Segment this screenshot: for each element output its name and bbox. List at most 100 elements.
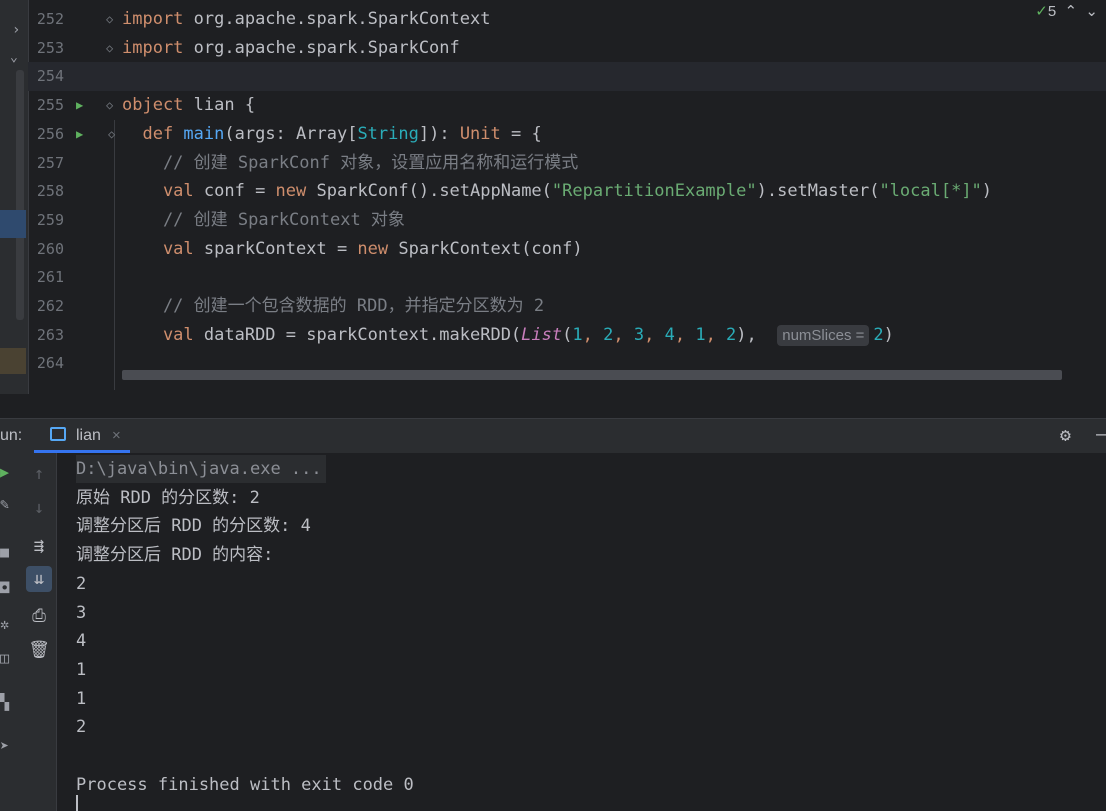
tab-lian[interactable]: lian × [34,419,130,453]
code-text: import org.apache.spark.SparkContext [122,5,490,34]
minimize-icon[interactable]: – [1096,424,1106,445]
console-line: 4 [76,631,87,652]
code-token: "local[*]" [879,181,982,202]
code-token: 1 [572,324,583,345]
line-number: 261 [36,268,64,287]
code-token: ), [736,324,778,345]
code-token: 2 [873,324,884,345]
strip-scroll-thumb[interactable] [16,70,24,320]
code-line[interactable]: 253 ◇ import org.apache.spark.SparkConf [28,34,1106,63]
fold-icon[interactable]: ◇ [106,91,120,120]
code-line[interactable]: 256 ▶ ◇ def main(args: Array[String]): Uni… [28,120,1106,149]
code-token: // 创建 SparkContext 对象 [122,209,405,230]
console-line: 调整分区后 RDD 的内容: [76,545,274,566]
chevron-up-icon[interactable]: ⌃ [1060,3,1077,20]
code-token: , [582,324,604,345]
code-token: val [122,238,204,259]
fold-icon[interactable]: ◇ [108,120,122,149]
code-line[interactable]: 252 ◇ import org.apache.spark.SparkContext [28,5,1106,34]
code-editor[interactable]: › ⌄ 252 ◇ import org.apache.spark.SparkCon… [0,0,1106,394]
code-token: = { [500,123,542,144]
code-token: main [183,123,225,144]
code-line[interactable]: 258 val conf = new SparkConf().setAppNam… [28,177,1106,206]
console-output[interactable]: D:\java\bin\java.exe ... 原始 RDD 的分区数: 2 调整… [76,455,1096,811]
horizontal-scrollbar[interactable] [122,370,1062,380]
code-token: 4 [664,324,675,345]
code-token: new [357,238,399,259]
line-number: 252 [36,10,64,28]
code-line[interactable]: 257 // 创建 SparkConf 对象，设置应用名称和运行模式 [28,149,1106,178]
code-line[interactable]: 255 ▶ ◇ object lian { [28,91,1106,120]
code-token: new [275,181,317,202]
code-token: 1 [695,324,706,345]
code-line[interactable]: 259 // 创建 SparkContext 对象 [28,206,1106,235]
chevron-right-icon[interactable]: › [12,22,20,38]
code-token: ).setMaster( [756,181,880,202]
project-tool-strip: › ⌄ [0,0,29,394]
restore-layout-icon[interactable]: ◫ [0,649,22,667]
layout-icon[interactable]: ▚ [0,693,22,711]
arrow-down-icon[interactable]: ↓ [26,495,52,521]
rerun-icon[interactable]: ▶ [0,463,22,481]
console-line: D:\java\bin\java.exe ... [76,455,326,483]
code-token: SparkContext(conf) [398,238,583,259]
code-token: ) [883,324,894,345]
fold-icon[interactable]: ◇ [106,34,120,63]
highlight-marker [0,348,26,374]
code-line[interactable]: 263 val dataRDD = sparkContext.makeRDD(L… [28,321,1106,350]
print-icon[interactable]: ⎙ [26,603,52,629]
code-token: Unit [459,123,501,144]
inspection-widget[interactable]: ✓5 ⌃ ⌄ [1035,2,1098,20]
code-line[interactable]: 254 [28,62,1106,91]
run-gutter-icon[interactable]: ▶ [76,91,90,120]
close-icon[interactable]: × [112,427,121,444]
code-line[interactable]: 260 val sparkContext = new SparkContext(… [28,235,1106,264]
pin-icon[interactable]: ➤ [0,737,22,755]
console-toolbar: ↑ ↓ ⇶ ⇊ ⎙ 🗑 [22,453,57,811]
camera-icon[interactable]: ◘ [0,579,22,597]
line-number: 259 [36,210,64,229]
code-line[interactable]: 261 [28,263,1106,292]
stop-icon[interactable]: ■ [0,543,22,561]
code-token: conf = [203,181,276,202]
chevron-down-icon[interactable]: ⌄ [10,50,18,65]
console-line: 调整分区后 RDD 的分区数: 4 [76,516,311,537]
code-token: // 创建一个包含数据的 RDD，并指定分区数为 2 [122,296,545,316]
code-token: String [357,123,419,144]
soft-wrap-icon[interactable]: ⇶ [26,533,52,559]
code-token: List [521,324,563,345]
code-text: val conf = new SparkConf().setAppName("R… [122,177,992,206]
code-token: org.apache.spark.SparkConf [183,37,460,58]
fold-icon[interactable]: ◇ [106,5,120,34]
code-token: object [122,95,184,116]
code-token: 2 [726,324,737,345]
console-line: 1 [76,688,87,709]
line-number: 257 [36,153,64,172]
code-token: SparkConf().setAppName( [316,181,552,202]
run-tool-strip: ▶ ✎ ■ ◘ ✲ ◫ ▚ ➤ [0,453,22,811]
code-token: dataRDD = sparkContext.makeRDD( [203,324,522,345]
code-text: val dataRDD = sparkContext.makeRDD(List(… [122,321,894,350]
console-icon [50,427,66,441]
gear-icon[interactable]: ⚙ [1060,425,1071,446]
code-token: ( [562,324,573,345]
code-token: // 创建 SparkConf 对象，设置应用名称和运行模式 [122,152,579,173]
arrow-up-icon[interactable]: ↑ [26,461,52,487]
code-token: val [122,324,204,345]
code-token: org.apache.spark.SparkContext [183,9,491,29]
tab-label: lian [76,427,101,444]
code-token: 2 [603,324,614,345]
chevron-down-icon[interactable]: ⌄ [1081,3,1098,20]
run-gutter-icon[interactable]: ▶ [76,120,90,149]
code-token: ) [981,181,993,202]
code-token: lian { [183,95,256,116]
console-line: 2 [76,717,87,738]
settings-icon[interactable]: ✲ [0,615,22,633]
wrench-icon[interactable]: ✎ [0,495,22,513]
trash-icon[interactable]: 🗑 [26,637,52,663]
line-number: 256 [36,124,64,143]
code-line[interactable]: 262 // 创建一个包含数据的 RDD，并指定分区数为 2 [28,292,1106,321]
scroll-to-end-icon[interactable]: ⇊ [26,566,52,592]
code-token: import [122,9,184,29]
code-token: (args: Array[ [224,123,358,144]
